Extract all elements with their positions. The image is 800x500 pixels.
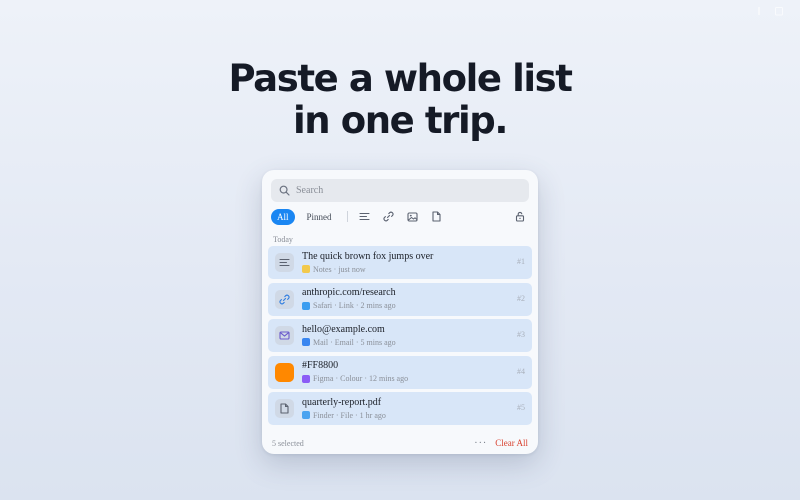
item-meta: Figma · Colour · 12 mins ago bbox=[302, 373, 408, 384]
item-meta-text: Figma · Colour · 12 mins ago bbox=[313, 374, 409, 383]
item-title: The quick brown fox jumps over bbox=[302, 250, 434, 262]
filter-image-icon[interactable] bbox=[404, 209, 422, 225]
text-icon bbox=[275, 253, 294, 272]
section-label-today: Today bbox=[273, 235, 293, 244]
filter-file-icon[interactable] bbox=[428, 209, 446, 225]
lock-icon[interactable] bbox=[511, 209, 529, 225]
panel-footer: 5 selected ··· Clear All bbox=[262, 432, 538, 454]
mail-app-icon bbox=[302, 338, 310, 346]
info-icon[interactable] bbox=[754, 6, 764, 16]
figma-app-icon bbox=[302, 374, 310, 383]
link-icon bbox=[275, 289, 294, 309]
list-item[interactable]: quarterly-report.pdf Finder · File · 1 h… bbox=[268, 392, 532, 425]
item-meta: Safari · Link · 2 mins ago bbox=[302, 300, 396, 311]
filter-bar: All Pinned bbox=[271, 208, 529, 225]
search-icon bbox=[279, 185, 290, 196]
filter-link-icon[interactable] bbox=[380, 209, 398, 225]
filter-all[interactable]: All bbox=[271, 208, 295, 225]
item-title: hello@example.com bbox=[302, 323, 385, 335]
list-item[interactable]: hello@example.com Mail · Email · 5 mins … bbox=[268, 319, 532, 352]
item-number: #2 bbox=[517, 293, 525, 303]
clipboard-panel: All Pinned Today The quick brown fox jum… bbox=[262, 170, 538, 454]
item-title: anthropic.com/research bbox=[302, 287, 396, 298]
clipboard-list: The quick brown fox jumps over Notes · j… bbox=[268, 246, 532, 429]
selected-count: 5 selected bbox=[272, 438, 304, 448]
mail-icon bbox=[275, 326, 294, 345]
list-item[interactable]: #FF8800 Figma · Colour · 12 mins ago #4 bbox=[268, 355, 532, 389]
list-item[interactable]: anthropic.com/research Safari · Link · 2… bbox=[268, 282, 532, 316]
clear-all-button[interactable]: Clear All bbox=[495, 438, 528, 448]
item-meta-text: Notes · just now bbox=[313, 264, 366, 274]
list-item[interactable]: The quick brown fox jumps over Notes · j… bbox=[268, 246, 532, 279]
item-meta-text: Safari · Link · 2 mins ago bbox=[313, 301, 396, 310]
item-number: #1 bbox=[517, 257, 525, 266]
filter-text-icon[interactable] bbox=[356, 209, 374, 225]
window-corner-controls bbox=[754, 6, 784, 16]
item-number: #4 bbox=[517, 366, 525, 376]
item-meta: Finder · File · 1 hr ago bbox=[302, 410, 386, 421]
copy-icon[interactable] bbox=[774, 6, 784, 16]
search-input[interactable] bbox=[296, 185, 516, 196]
headline-line-2: in one trip. bbox=[293, 99, 508, 142]
search-bar[interactable] bbox=[271, 179, 529, 202]
headline-line-1: Paste a whole list bbox=[228, 57, 573, 100]
item-meta-text: Finder · File · 1 hr ago bbox=[313, 410, 386, 420]
item-title: quarterly-report.pdf bbox=[302, 396, 382, 408]
item-meta-text: Mail · Email · 5 mins ago bbox=[313, 337, 396, 347]
item-number: #5 bbox=[517, 403, 525, 412]
item-meta: Mail · Email · 5 mins ago bbox=[302, 337, 396, 348]
color-swatch-icon bbox=[275, 362, 294, 382]
item-number: #3 bbox=[517, 330, 525, 339]
filter-divider bbox=[346, 211, 348, 222]
finder-app-icon bbox=[302, 411, 310, 419]
item-meta: Notes · just now bbox=[302, 264, 433, 275]
item-title: #FF8800 bbox=[302, 360, 339, 371]
more-options-button[interactable]: ··· bbox=[474, 438, 487, 449]
notes-app-icon bbox=[302, 265, 310, 273]
headline: Paste a whole list in one trip. bbox=[0, 58, 800, 142]
safari-app-icon bbox=[302, 301, 310, 310]
file-icon bbox=[275, 399, 294, 418]
filter-pinned[interactable]: Pinned bbox=[301, 209, 338, 225]
